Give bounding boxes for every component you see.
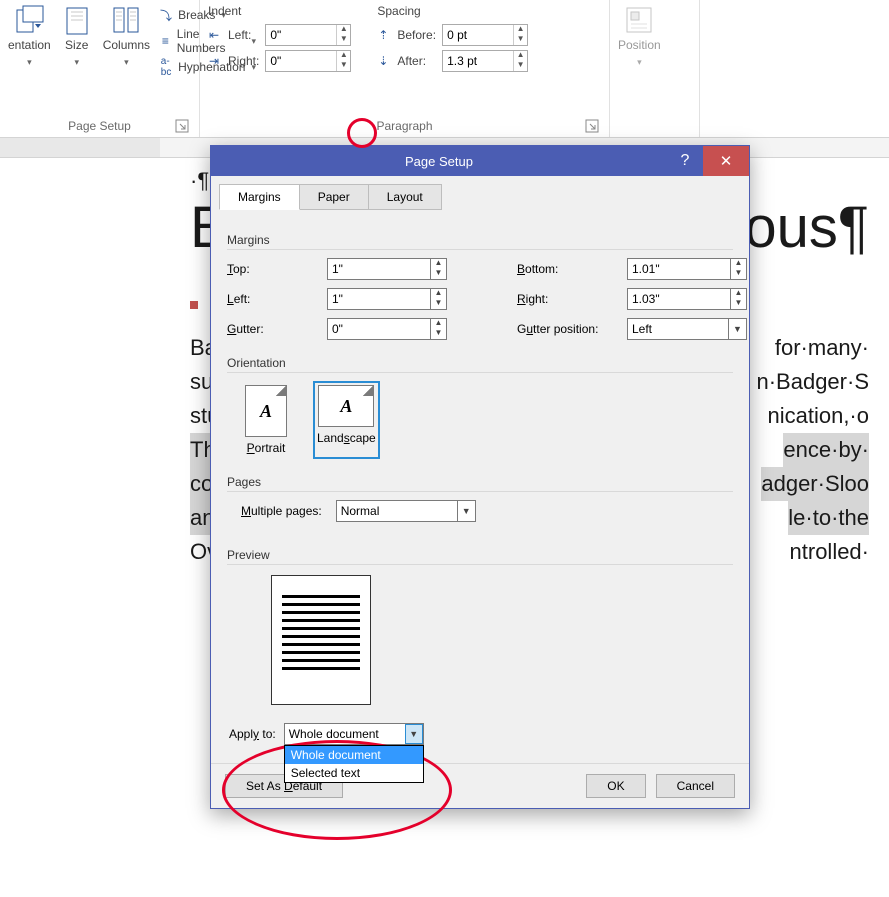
columns-label: Columns <box>103 38 150 52</box>
paragraph-group-label: Paragraph <box>206 117 603 137</box>
right-label: Right: <box>517 292 617 306</box>
gutter-label: Gutter: <box>227 322 317 336</box>
preview-box <box>271 575 371 705</box>
option-whole-document[interactable]: Whole document <box>285 746 423 764</box>
indent-left-input[interactable]: ▲▼ <box>265 24 351 46</box>
paragraph-launcher[interactable] <box>585 119 599 133</box>
indent-head: Indent <box>206 2 351 20</box>
portrait-option[interactable]: A Portrait <box>241 381 291 459</box>
orientation-icon <box>13 4 45 36</box>
title-fragment-end: ous¶ <box>744 194 869 261</box>
tab-paper[interactable]: Paper <box>299 184 369 210</box>
dialog-title: Page Setup <box>211 154 667 169</box>
margins-section: Margins <box>227 233 733 250</box>
size-label: Size <box>65 38 88 52</box>
position-label: Position <box>618 38 661 52</box>
annotation-circle-launcher <box>347 118 377 148</box>
top-label: Top: <box>227 262 317 276</box>
option-selected-text[interactable]: Selected text <box>285 764 423 782</box>
cancel-button[interactable]: Cancel <box>656 774 735 798</box>
size-button[interactable]: Size <box>59 2 95 78</box>
before-label: Before: <box>397 28 436 42</box>
gutterpos-label: Gutter position: <box>517 322 617 336</box>
orientation-label: entation <box>8 38 51 52</box>
tab-layout[interactable]: Layout <box>368 184 442 210</box>
pages-section: Pages <box>227 475 733 492</box>
indent-right-input[interactable]: ▲▼ <box>265 50 351 72</box>
position-button[interactable]: Position <box>616 2 663 70</box>
top-input[interactable]: ▲▼ <box>327 258 447 280</box>
help-button[interactable]: ? <box>667 152 703 170</box>
indent-left-icon: ⇤ <box>206 27 222 43</box>
ribbon: entation Size Columns ⤵Breaks ≡Line Numb… <box>0 0 889 138</box>
bottom-input[interactable]: ▲▼ <box>627 258 747 280</box>
left-input[interactable]: ▲▼ <box>327 288 447 310</box>
spacing-head: Spacing <box>375 2 528 20</box>
breaks-icon: ⤵ <box>158 7 174 23</box>
before-input[interactable]: ▲▼ <box>442 24 528 46</box>
size-icon <box>61 4 93 36</box>
before-icon: ⇡ <box>375 27 391 43</box>
after-input[interactable]: ▲▼ <box>442 50 528 72</box>
applyto-dropdown: Whole document Selected text <box>284 745 424 783</box>
page-setup-dialog: Page Setup ? ✕ Margins Paper Layout Marg… <box>210 145 750 809</box>
right-input[interactable]: ▲▼ <box>627 288 747 310</box>
left-label: Left: <box>227 292 317 306</box>
columns-icon <box>110 4 142 36</box>
multipages-label: Multiple pages: <box>241 504 322 518</box>
dialog-titlebar[interactable]: Page Setup ? ✕ <box>211 146 749 176</box>
preview-section: Preview <box>227 548 733 565</box>
linenumbers-icon: ≡ <box>158 33 173 49</box>
after-icon: ⇣ <box>375 53 391 69</box>
columns-button[interactable]: Columns <box>101 2 152 78</box>
indent-left-label: Left: <box>228 28 259 42</box>
orientation-section: Orientation <box>227 356 733 373</box>
indent-right-icon: ⇥ <box>206 53 222 69</box>
bottom-label: Bottom: <box>517 262 617 276</box>
gutterpos-select[interactable]: Left▼ <box>627 318 747 340</box>
bullet-icon <box>190 301 198 309</box>
close-button[interactable]: ✕ <box>703 146 749 176</box>
pagesetup-group-label: Page Setup <box>6 117 193 137</box>
orientation-button[interactable]: entation <box>6 2 53 78</box>
hyphenation-icon: a-bc <box>158 59 174 75</box>
gutter-input[interactable]: ▲▼ <box>327 318 447 340</box>
tab-margins[interactable]: Margins <box>219 184 300 210</box>
applyto-label: Apply to: <box>229 727 276 741</box>
pagesetup-launcher[interactable] <box>175 119 189 133</box>
ok-button[interactable]: OK <box>586 774 645 798</box>
position-icon <box>623 4 655 36</box>
multipages-select[interactable]: Normal▼ <box>336 500 476 522</box>
landscape-option[interactable]: A Landscape <box>313 381 380 459</box>
after-label: After: <box>397 54 436 68</box>
indent-right-label: Right: <box>228 54 259 68</box>
